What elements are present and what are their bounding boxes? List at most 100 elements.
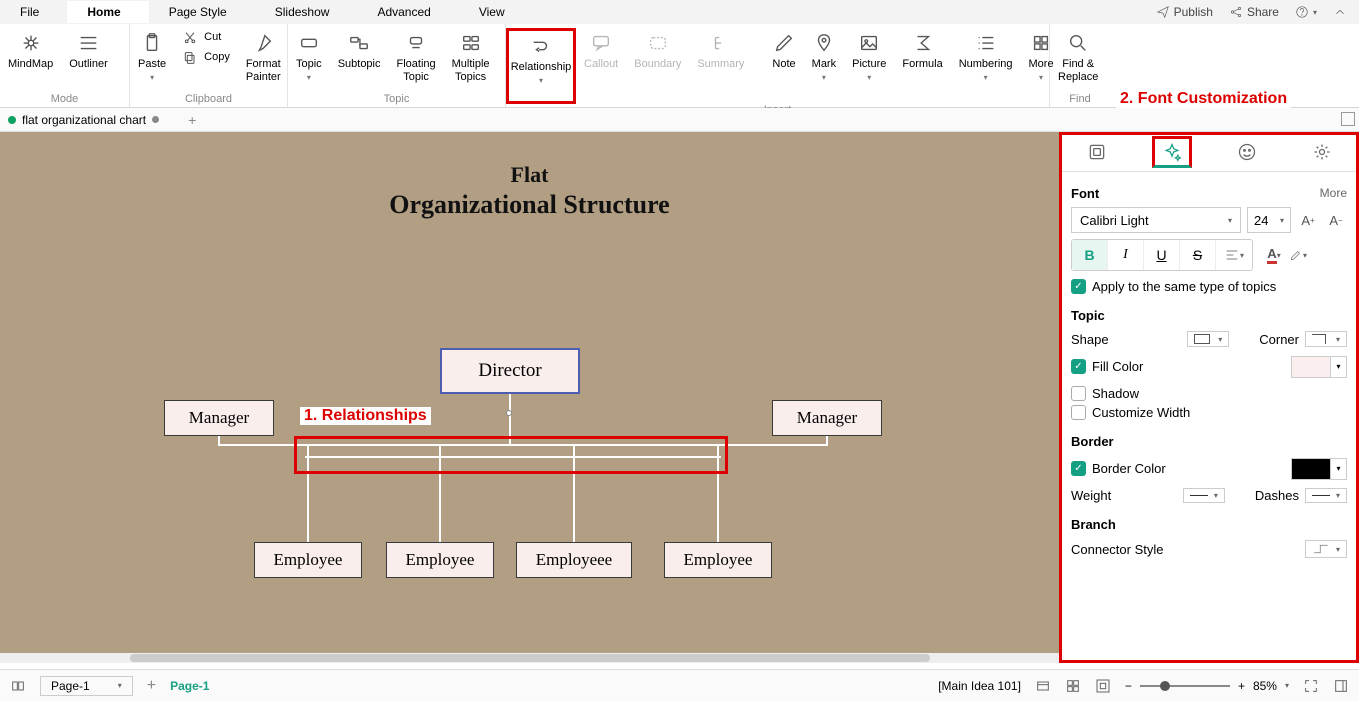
chart-title-1: Flat bbox=[0, 162, 1059, 188]
new-tab-button[interactable]: + bbox=[188, 112, 196, 128]
font-color-button[interactable]: A▾ bbox=[1263, 244, 1285, 266]
border-color-checkbox[interactable]: ✓Border Color bbox=[1071, 461, 1166, 476]
border-color-swatch[interactable]: ▾ bbox=[1291, 458, 1347, 480]
formula-button[interactable]: Formula bbox=[894, 28, 950, 75]
highlight-button[interactable]: ▾ bbox=[1287, 244, 1309, 266]
floating-topic-button[interactable]: Floating Topic bbox=[389, 28, 444, 88]
format-painter-button[interactable]: Format Painter bbox=[238, 28, 289, 88]
picture-button[interactable]: Picture▾ bbox=[844, 28, 894, 87]
node-employee-4[interactable]: Employee bbox=[664, 542, 772, 578]
font-family-select[interactable]: Calibri Light▾ bbox=[1071, 207, 1241, 233]
strike-button[interactable]: S bbox=[1180, 240, 1216, 270]
emoji-icon bbox=[1237, 142, 1257, 162]
check-icon: ✓ bbox=[1071, 461, 1086, 476]
align-button[interactable]: ▾ bbox=[1216, 240, 1252, 270]
customize-width-checkbox[interactable]: Customize Width bbox=[1071, 405, 1347, 420]
connector-icon bbox=[1312, 543, 1330, 555]
document-tabs: flat organizational chart + bbox=[0, 108, 1359, 132]
share-button[interactable]: Share bbox=[1229, 5, 1279, 19]
shadow-checkbox[interactable]: Shadow bbox=[1071, 386, 1347, 401]
view-fit-icon[interactable] bbox=[1035, 678, 1051, 694]
panel-toggle-button[interactable] bbox=[1341, 112, 1355, 126]
menu-file[interactable]: File bbox=[0, 1, 67, 23]
tab-style[interactable] bbox=[1152, 136, 1192, 168]
weight-label: Weight bbox=[1071, 488, 1111, 503]
increase-font-button[interactable]: A+ bbox=[1297, 209, 1319, 231]
zoom-slider[interactable] bbox=[1140, 685, 1230, 687]
underline-button[interactable]: U bbox=[1144, 240, 1180, 270]
dashes-select[interactable]: ▾ bbox=[1305, 488, 1347, 503]
apply-same-checkbox[interactable]: ✓ Apply to the same type of topics bbox=[1071, 279, 1347, 294]
fill-color-swatch[interactable]: ▾ bbox=[1291, 356, 1347, 378]
floating-topic-icon bbox=[405, 32, 427, 54]
summary-button[interactable]: Summary bbox=[689, 28, 752, 75]
horizontal-scrollbar[interactable] bbox=[0, 653, 1059, 663]
boundary-button[interactable]: Boundary bbox=[626, 28, 689, 75]
italic-button[interactable]: I bbox=[1108, 240, 1144, 270]
subtopic-button[interactable]: Subtopic bbox=[330, 28, 389, 75]
callout-button[interactable]: Callout bbox=[576, 28, 626, 75]
decrease-font-button[interactable]: A− bbox=[1325, 209, 1347, 231]
menu-view[interactable]: View bbox=[459, 1, 533, 23]
more-icon bbox=[1030, 32, 1052, 54]
document-tab[interactable]: flat organizational chart bbox=[8, 113, 172, 127]
fill-color-checkbox[interactable]: ✓Fill Color bbox=[1071, 359, 1143, 374]
zoom-out-button[interactable]: − bbox=[1125, 679, 1132, 693]
status-bar: Page-1▾ + Page-1 [Main Idea 101] − + 85%… bbox=[0, 669, 1359, 701]
collapse-ribbon-button[interactable] bbox=[1333, 5, 1347, 19]
menu-slideshow[interactable]: Slideshow bbox=[255, 1, 358, 23]
tab-emoji[interactable] bbox=[1227, 136, 1267, 168]
node-employee-3[interactable]: Employeee bbox=[516, 542, 632, 578]
multiple-topics-button[interactable]: Multiple Topics bbox=[444, 28, 498, 88]
active-page-tab[interactable]: Page-1 bbox=[170, 679, 209, 693]
collapse-handle[interactable] bbox=[506, 410, 512, 416]
fullscreen-icon[interactable] bbox=[1303, 678, 1319, 694]
topic-button[interactable]: Topic▾ bbox=[288, 28, 330, 87]
font-size-select[interactable]: 24▾ bbox=[1247, 207, 1291, 233]
cut-button[interactable]: Cut bbox=[174, 28, 238, 48]
view-grid-icon[interactable] bbox=[1065, 678, 1081, 694]
relationship-button[interactable]: Relationship▾ bbox=[506, 28, 576, 104]
weight-select[interactable]: ▾ bbox=[1183, 488, 1225, 503]
tab-settings[interactable] bbox=[1302, 136, 1342, 168]
help-button[interactable]: ▾ bbox=[1295, 5, 1317, 19]
check-icon: ✓ bbox=[1071, 359, 1086, 374]
pages-icon[interactable] bbox=[10, 678, 26, 694]
mindmap-icon bbox=[20, 32, 42, 54]
corner-select[interactable]: ▾ bbox=[1305, 331, 1347, 347]
font-more-link[interactable]: More bbox=[1320, 186, 1347, 201]
menu-advanced[interactable]: Advanced bbox=[357, 1, 458, 23]
tab-layout[interactable] bbox=[1077, 136, 1117, 168]
menu-page-style[interactable]: Page Style bbox=[149, 1, 255, 23]
node-director[interactable]: Director bbox=[440, 348, 580, 394]
connector bbox=[719, 444, 828, 446]
scrollbar-thumb[interactable] bbox=[130, 654, 930, 662]
page-select[interactable]: Page-1▾ bbox=[40, 676, 133, 696]
menu-home[interactable]: Home bbox=[67, 1, 148, 23]
node-manager-1[interactable]: Manager bbox=[164, 400, 274, 436]
paste-button[interactable]: Paste▾ bbox=[130, 28, 174, 87]
bold-button[interactable]: B bbox=[1072, 240, 1108, 270]
view-focus-icon[interactable] bbox=[1095, 678, 1111, 694]
shape-select[interactable]: ▾ bbox=[1187, 331, 1229, 347]
layout-icon bbox=[1087, 142, 1107, 162]
node-employee-2[interactable]: Employee bbox=[386, 542, 494, 578]
tab-status-dot bbox=[8, 116, 16, 124]
node-manager-2[interactable]: Manager bbox=[772, 400, 882, 436]
canvas[interactable]: Flat Organizational Structure Director M… bbox=[0, 132, 1059, 663]
numbering-button[interactable]: Numbering▾ bbox=[951, 28, 1021, 87]
add-page-button[interactable]: + bbox=[147, 677, 156, 695]
node-employee-1[interactable]: Employee bbox=[254, 542, 362, 578]
mindmap-button[interactable]: MindMap bbox=[0, 28, 61, 75]
publish-button[interactable]: Publish bbox=[1156, 5, 1213, 19]
mark-button[interactable]: Mark▾ bbox=[804, 28, 844, 87]
gear-icon bbox=[1312, 142, 1332, 162]
find-replace-button[interactable]: Find & Replace bbox=[1050, 28, 1106, 88]
connector-style-select[interactable]: ▾ bbox=[1305, 540, 1347, 558]
outliner-button[interactable]: Outliner bbox=[61, 28, 116, 75]
check-icon bbox=[1071, 386, 1086, 401]
note-button[interactable]: Note bbox=[764, 28, 803, 75]
zoom-in-button[interactable]: + bbox=[1238, 679, 1245, 693]
copy-button[interactable]: Copy bbox=[174, 48, 238, 68]
panel-collapse-icon[interactable] bbox=[1333, 678, 1349, 694]
